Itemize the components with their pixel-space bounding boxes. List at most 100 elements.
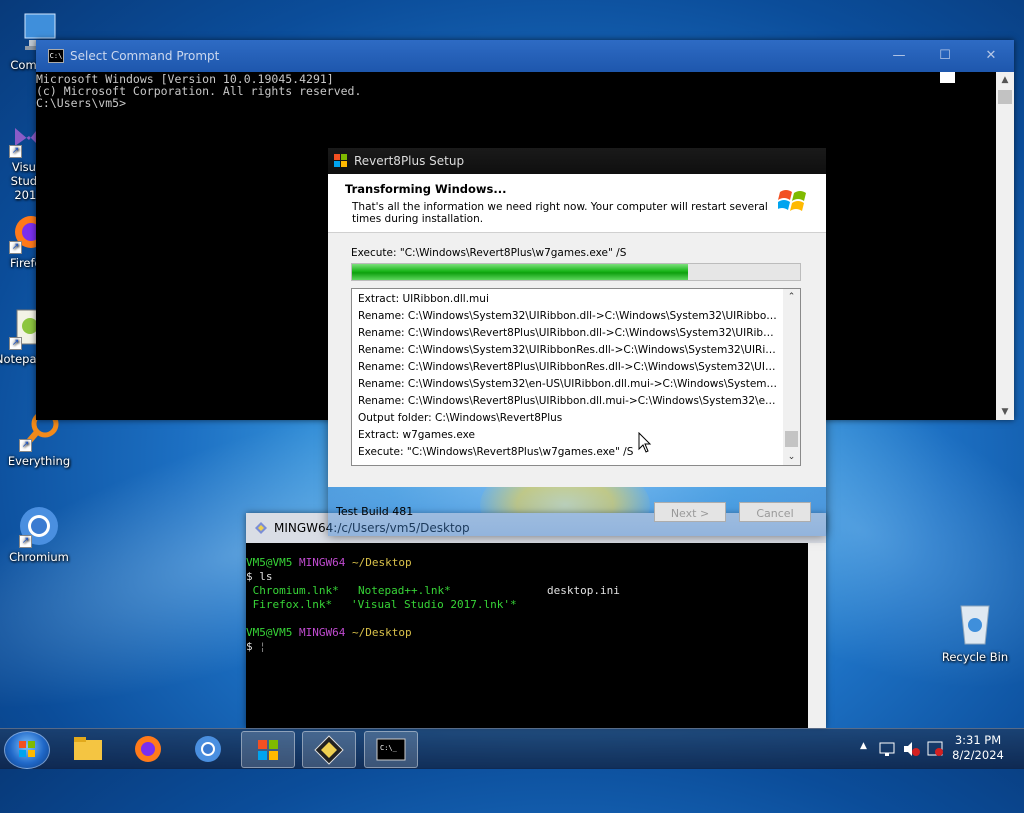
desktop-icon-label: Chromium: [9, 550, 69, 564]
close-button[interactable]: ✕: [968, 40, 1014, 72]
setup-content: Execute: "C:\Windows\Revert8Plus\w7games…: [328, 233, 826, 487]
network-icon[interactable]: [878, 740, 896, 758]
shortcut-arrow-icon: ↗: [19, 439, 32, 452]
mingw-scrollbar[interactable]: [808, 543, 826, 728]
prompt-path: ~/Desktop: [351, 556, 412, 569]
setup-footer: Test Build 481 Next > Cancel: [328, 487, 826, 536]
log-line: Rename: C:\Windows\System32\UIRibbonRes.…: [358, 344, 780, 356]
setup-header: Transforming Windows... That's all the i…: [328, 174, 826, 233]
next-button[interactable]: Next >: [654, 502, 726, 522]
log-line: Output folder: C:\Windows\Revert8Plus: [358, 412, 563, 424]
taskbar-firefox[interactable]: [122, 731, 174, 766]
mingw-blank-line: [246, 612, 808, 626]
text-cursor: ¦: [259, 640, 266, 653]
minimize-button[interactable]: —: [876, 40, 922, 72]
desktop-icon-label: Everything: [7, 454, 71, 468]
chromium-icon: ↗: [17, 504, 61, 548]
cmd-titlebar[interactable]: C:\ Select Command Prompt: [36, 40, 1014, 72]
cancel-button[interactable]: Cancel: [739, 502, 811, 522]
chromium-icon: [195, 736, 221, 762]
folder-icon: [74, 737, 102, 760]
cmd-line: (c) Microsoft Corporation. All rights re…: [36, 84, 362, 98]
install-log-list[interactable]: Extract: UIRibbon.dll.mui Rename: C:\Wind…: [351, 288, 801, 466]
cmd-line: C:\Users\vm5>: [36, 96, 127, 110]
git-bash-icon: [254, 521, 268, 535]
maximize-button[interactable]: ☐: [922, 40, 968, 72]
log-line: Rename: C:\Windows\Revert8Plus\UIRibbon.…: [358, 395, 780, 407]
mouse-pointer-icon: [638, 432, 652, 453]
recycle-bin-icon: [953, 600, 997, 648]
scroll-down-icon[interactable]: ⌄: [783, 449, 800, 465]
desktop-icon-label: Recycle Bin: [941, 650, 1009, 664]
file-entry: Notepad++.lnk*: [358, 584, 451, 597]
windows-flag-icon: [334, 154, 348, 168]
taskbar-setup[interactable]: [241, 731, 295, 768]
shortcut-arrow-icon: ↗: [9, 145, 22, 158]
mingw-prompt-line: VM5@VM5 MINGW64 ~/Desktop: [246, 556, 808, 570]
action-center-icon[interactable]: [926, 740, 944, 758]
firefox-icon: [135, 736, 161, 762]
mingw-input-line[interactable]: $ ¦: [246, 640, 808, 654]
shortcut-arrow-icon: ↗: [9, 241, 22, 254]
log-line: Extract: w7games.exe: [358, 429, 475, 441]
setup-dialog[interactable]: Revert8Plus Setup Transforming Windows..…: [328, 148, 826, 536]
prompt-user: VM5@VM5: [246, 556, 293, 569]
shortcut-arrow-icon: ↗: [19, 535, 32, 548]
log-line: Rename: C:\Windows\System32\UIRibbon.dll…: [358, 310, 780, 322]
prompt-path: ~/Desktop: [351, 626, 412, 639]
setup-title: Revert8Plus Setup: [354, 154, 465, 168]
install-progress-bar: [351, 263, 801, 281]
scroll-up-icon[interactable]: ⌃: [783, 289, 800, 305]
log-lines: Extract: UIRibbon.dll.mui Rename: C:\Wind…: [358, 291, 780, 461]
prompt-symbol: $: [246, 570, 253, 583]
cmd-scrollbar[interactable]: ▲ ▼: [996, 72, 1014, 420]
taskbar-chromium[interactable]: [182, 731, 234, 766]
windows-logo-icon: [776, 186, 808, 216]
volume-muted-icon[interactable]: [902, 740, 920, 758]
mingw-command-line: $ ls: [246, 570, 808, 584]
mingw-ls-row: Chromium.lnk* Notepad++.lnk* desktop.ini: [246, 584, 808, 598]
mingw-output[interactable]: VM5@VM5 MINGW64 ~/Desktop $ ls Chromium.…: [246, 543, 808, 728]
start-button[interactable]: [4, 731, 50, 769]
cmd-icon: C:\_: [376, 738, 406, 761]
log-line: Rename: C:\Windows\System32\en-US\UIRibb…: [358, 378, 780, 390]
scroll-down-icon[interactable]: ▼: [996, 404, 1014, 420]
setup-subheading: That's all the information we need right…: [352, 201, 768, 225]
file-entry: 'Visual Studio 2017.lnk'*: [351, 598, 517, 611]
prompt-env: MINGW64: [298, 556, 346, 569]
scroll-up-icon[interactable]: ▲: [996, 72, 1014, 88]
setup-titlebar[interactable]: Revert8Plus Setup: [328, 148, 826, 174]
cmd-cursor: [940, 72, 955, 83]
taskbar-cmd[interactable]: C:\_: [364, 731, 418, 768]
prompt-user: VM5@VM5: [246, 626, 293, 639]
desktop-icon-recycle-bin[interactable]: Recycle Bin: [940, 600, 1010, 664]
log-line: Rename: C:\Windows\Revert8Plus\UIRibbonR…: [358, 361, 780, 373]
taskbar-git-bash[interactable]: [302, 731, 356, 768]
log-scrollbar[interactable]: ⌃ ⌄: [783, 289, 800, 465]
file-entry: Chromium.lnk*: [246, 584, 339, 597]
log-line: Extract: UIRibbon.dll.mui: [358, 293, 489, 305]
windows-start-icon: [19, 741, 35, 757]
shortcut-arrow-icon: ↗: [9, 337, 22, 350]
clock-date: 8/2/2024: [952, 748, 1004, 762]
taskbar-file-explorer[interactable]: [62, 731, 114, 766]
cmd-icon: C:\: [48, 49, 64, 63]
taskbar: C:\_ ▲ 3:31 PM 8/2/2024: [0, 728, 1024, 769]
clock-time: 3:31 PM: [954, 733, 1002, 747]
execute-status: Execute: "C:\Windows\Revert8Plus\w7games…: [351, 247, 627, 259]
scrollbar-thumb[interactable]: [998, 90, 1012, 104]
show-hidden-icons-icon[interactable]: ▲: [860, 741, 867, 751]
mingw-prompt-line: VM5@VM5 MINGW64 ~/Desktop: [246, 626, 808, 640]
command-text: ls: [259, 570, 273, 583]
mingw-window[interactable]: MINGW64:/c/Users/vm5/Desktop VM5@VM5 MIN…: [246, 513, 826, 728]
build-label: Test Build 481: [336, 505, 414, 518]
log-line: Execute: "C:\Windows\Revert8Plus\w7games…: [358, 446, 634, 458]
prompt-env: MINGW64: [298, 626, 346, 639]
taskbar-clock[interactable]: 3:31 PM 8/2/2024: [948, 733, 1008, 763]
desktop-icon-chromium[interactable]: ↗ Chromium: [4, 504, 74, 564]
prompt-symbol: $: [246, 640, 253, 653]
svg-text:C:\_: C:\_: [380, 744, 398, 752]
cmd-title: Select Command Prompt: [70, 49, 220, 63]
git-bash-icon: [314, 735, 344, 765]
scrollbar-thumb[interactable]: [785, 431, 798, 447]
